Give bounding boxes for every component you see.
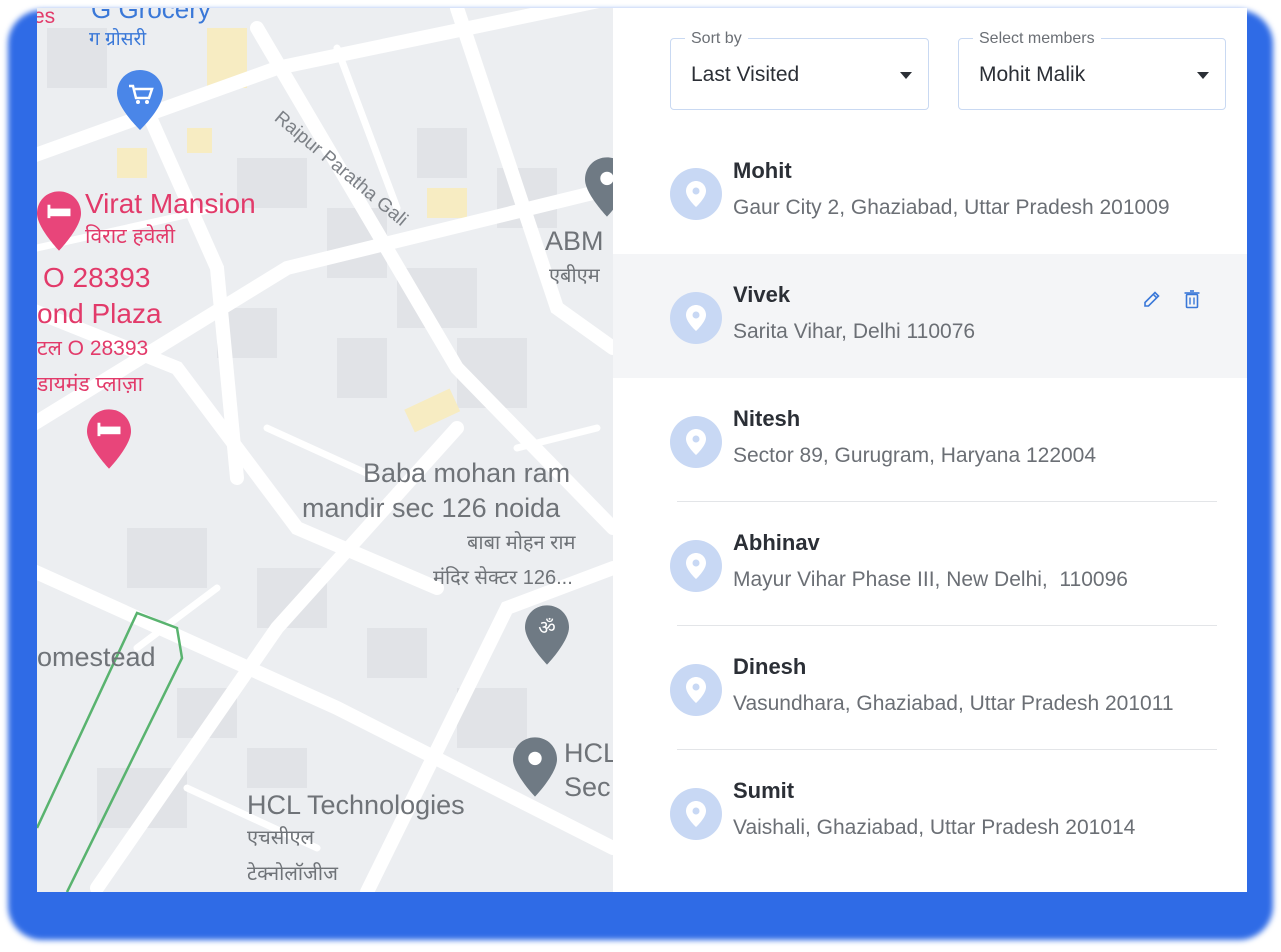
location-name: Dinesh <box>733 654 807 679</box>
hotel-pin-icon[interactable] <box>37 190 81 252</box>
location-item[interactable]: Vivek Sarita Vihar, Delhi 110076 <box>613 254 1247 378</box>
map-label-virat: Virat Mansion <box>85 188 256 219</box>
map-label-diamond-hi: डायमंड प्लाज़ा <box>37 373 144 396</box>
hotel-pin-icon[interactable] <box>87 408 131 470</box>
location-pin-icon <box>670 788 722 840</box>
location-pin-icon <box>670 664 722 716</box>
temple-pin-icon[interactable]: ॐ <box>525 604 569 666</box>
location-pin-icon <box>670 168 722 220</box>
map-label-homestead: omestead <box>37 642 156 672</box>
caret-down-icon <box>1197 72 1209 79</box>
select-members-value: Mohit Malik <box>979 63 1086 86</box>
map-label-hcl-sec-1: HCL <box>564 738 613 768</box>
delete-icon[interactable] <box>1181 288 1203 310</box>
place-pin-icon[interactable] <box>585 156 613 218</box>
svg-text:ॐ: ॐ <box>538 616 555 639</box>
sort-by-select[interactable]: Sort by Last Visited <box>670 29 929 110</box>
map-label-temple-hi-2: मंदिर सेक्टर 126... <box>433 567 573 589</box>
map-label-abm: ABM <box>545 226 604 256</box>
map-view[interactable]: ॐ es G Grocery ग ग्रोसरी Raipur Paratha … <box>37 8 613 892</box>
place-pin-icon[interactable] <box>513 736 557 798</box>
map-label-o-number-hi: टल O 28393 <box>37 337 149 360</box>
location-item[interactable]: Sumit Vaishali, Ghaziabad, Uttar Pradesh… <box>613 750 1247 874</box>
location-name: Nitesh <box>733 406 801 431</box>
map-label-hcl-sec-2: Sec <box>564 772 611 802</box>
map-label-plaza: ond Plaza <box>37 298 162 329</box>
row-actions <box>1127 288 1203 315</box>
map-label-virat-hi: विराट हवेली <box>85 225 176 248</box>
location-item[interactable]: Abhinav Mayur Vihar Phase III, New Delhi… <box>613 502 1247 626</box>
locations-panel: Sort by Last Visited Select members Mohi… <box>613 8 1247 892</box>
location-item[interactable]: Nitesh Sector 89, Gurugram, Haryana 1220… <box>613 378 1247 502</box>
app-card: ॐ es G Grocery ग ग्रोसरी Raipur Paratha … <box>37 8 1247 892</box>
location-name: Abhinav <box>733 530 820 555</box>
location-address: Sector 89, Gurugram, Haryana 122004 <box>733 444 1097 467</box>
location-pin-icon <box>670 540 722 592</box>
map-label-hcl-hi-1: एचसीएल <box>247 827 315 849</box>
location-address: Gaur City 2, Ghaziabad, Uttar Pradesh 20… <box>733 196 1170 219</box>
map-label-edge: es <box>37 8 56 28</box>
map-label-temple-2: mandir sec 126 noida <box>302 493 561 523</box>
sort-by-value: Last Visited <box>691 63 800 86</box>
location-address: Sarita Vihar, Delhi 110076 <box>733 320 976 343</box>
location-address: Vasundhara, Ghaziabad, Uttar Pradesh 201… <box>733 692 1174 715</box>
location-address: Vaishali, Ghaziabad, Uttar Pradesh 20101… <box>733 816 1136 839</box>
location-item[interactable]: Dinesh Vasundhara, Ghaziabad, Uttar Prad… <box>613 626 1247 750</box>
shopping-cart-pin-icon[interactable] <box>117 70 163 130</box>
map-label-abm-hi: एबीएम <box>549 265 600 287</box>
location-pin-icon <box>670 292 722 344</box>
sort-by-legend: Sort by <box>685 29 748 49</box>
select-members-select[interactable]: Select members Mohit Malik <box>958 29 1226 110</box>
map-label-hcl-hi-2: टेक्नोलॉजीज <box>247 863 338 885</box>
map-label-temple-hi-1: बाबा मोहन राम <box>467 532 576 554</box>
map-label-o-number: O 28393 <box>43 262 151 293</box>
location-item[interactable]: Mohit Gaur City 2, Ghaziabad, Uttar Prad… <box>613 130 1247 254</box>
caret-down-icon <box>900 72 912 79</box>
location-address: Mayur Vihar Phase III, New Delhi, 110096 <box>733 568 1128 591</box>
location-pin-icon <box>670 416 722 468</box>
location-name: Mohit <box>733 158 792 183</box>
select-members-legend: Select members <box>973 29 1101 49</box>
map-label-grocery: G Grocery <box>91 8 211 24</box>
location-name: Sumit <box>733 778 795 803</box>
map-label-hcl: HCL Technologies <box>247 790 465 820</box>
location-name: Vivek <box>733 282 791 307</box>
map-label-grocery-hi: ग ग्रोसरी <box>89 29 147 50</box>
map-label-temple-1: Baba mohan ram <box>363 458 571 488</box>
edit-icon[interactable] <box>1141 288 1163 310</box>
